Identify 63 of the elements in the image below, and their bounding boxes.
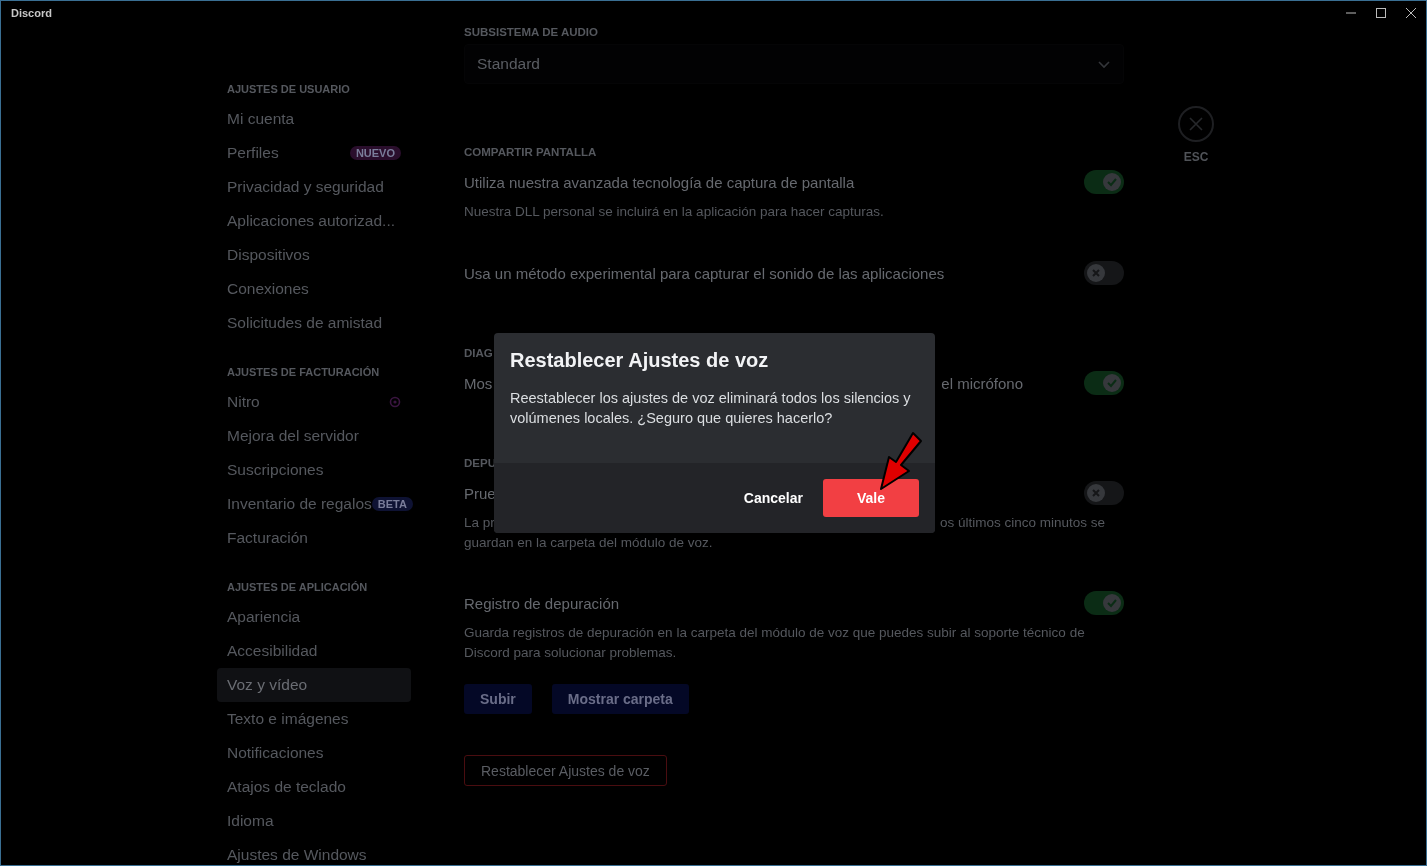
dialog-text: Reestablecer los ajustes de voz eliminará todos los silencios y volúmenes locales. ¿Seguro que quieres hacerlo? — [510, 389, 912, 428]
setting-title: el micrófono — [941, 374, 1024, 392]
sidebar-item[interactable]: Notificaciones — [217, 736, 411, 770]
setting-description: guardan en la carpeta del módulo de voz. — [464, 534, 714, 552]
reset-button[interactable]: Restablecer Ajustes de voz — [464, 755, 667, 786]
setting-title: Usa un método experimental para capturar el sonido de las aplicaciones — [464, 264, 945, 282]
sidebar-item[interactable]: Solicitudes de amistad — [217, 306, 411, 340]
sidebar-item[interactable]: Mejora del servidor — [217, 419, 411, 453]
sidebar-item[interactable]: Mi cuenta — [217, 102, 411, 136]
cancel-button[interactable]: Cancelar — [743, 490, 803, 506]
close-icon — [1188, 116, 1204, 132]
action-button[interactable]: Mostrar carpeta — [551, 684, 689, 714]
setting-title: Registro de depuración — [464, 594, 620, 612]
setting-title: Utiliza nuestra avanzada tecnología de captura de pantalla — [464, 173, 855, 191]
badge: NUEVO — [349, 146, 401, 160]
sidebar-item[interactable]: Perfiles NUEVO — [217, 136, 411, 170]
sidebar-item[interactable]: Aplicaciones autorizad... — [217, 204, 411, 238]
setting-title: Prue — [464, 484, 496, 502]
sidebar-item[interactable]: Suscripciones — [217, 453, 411, 487]
audio-subsystem-dropdown[interactable]: Standard — [464, 44, 1124, 84]
sidebar-item[interactable]: Accesibilidad — [217, 634, 411, 668]
sidebar-item[interactable]: Texto e imágenes — [217, 702, 411, 736]
section-heading: DIAG — [464, 346, 493, 361]
setting-description: Nuestra DLL personal se incluirá en la aplicación para hacer capturas. — [464, 203, 885, 221]
sidebar-heading: AJUSTES DE APLICACIÓN — [226, 580, 369, 595]
sidebar-item[interactable]: Atajos de teclado — [217, 770, 411, 804]
sidebar-heading: AJUSTES DE USUARIO — [226, 82, 351, 97]
toggle-switch[interactable] — [1084, 170, 1124, 194]
x-icon — [1091, 268, 1101, 278]
window-title: Discord — [11, 6, 52, 19]
dialog-title: Restablecer Ajustes de voz — [509, 348, 770, 372]
section-heading: SUBSISTEMA DE AUDIO — [464, 25, 598, 40]
toggle-switch[interactable] — [1084, 261, 1124, 285]
toggle-switch[interactable] — [1084, 481, 1124, 505]
sidebar-item[interactable]: Idioma — [217, 804, 411, 838]
check-icon — [1106, 176, 1118, 188]
badge: BETA — [371, 497, 413, 511]
toggle-switch[interactable] — [1084, 371, 1124, 395]
setting-description: Guarda registros de depuración en la carpeta del módulo de voz que puedes subir al soporte técnico de Discord para solucionar problemas. — [464, 624, 1086, 662]
sidebar-item[interactable]: Privacidad y seguridad — [217, 170, 411, 204]
confirm-button[interactable]: Vale — [823, 479, 919, 517]
setting-title: Mos — [464, 374, 493, 392]
setting-description: La pr — [464, 514, 496, 532]
sidebar-item[interactable]: Nitro — [217, 385, 411, 419]
nitro-icon — [389, 396, 401, 408]
x-icon — [1091, 488, 1101, 498]
sidebar-item[interactable]: Facturación — [217, 521, 411, 555]
setting-description: os últimos cinco minutos se — [940, 514, 1106, 532]
action-button[interactable]: Subir — [464, 684, 532, 714]
sidebar-item[interactable]: Inventario de regalos BETA — [217, 487, 411, 521]
close-icon — [1405, 6, 1417, 19]
sidebar-item[interactable]: Dispositivos — [217, 238, 411, 272]
sidebar-item[interactable]: Apariencia — [217, 600, 411, 634]
esc-label: ESC — [1183, 150, 1209, 164]
maximize-icon — [1375, 6, 1387, 19]
check-icon — [1106, 377, 1118, 389]
sidebar-item[interactable]: Voz y vídeo — [217, 668, 411, 702]
sidebar-item[interactable]: Conexiones — [217, 272, 411, 306]
sidebar-heading: AJUSTES DE FACTURACIÓN — [226, 365, 381, 380]
toggle-switch[interactable] — [1084, 591, 1124, 615]
sidebar-item[interactable]: Ajustes de Windows — [217, 838, 411, 865]
check-icon — [1106, 597, 1118, 609]
section-heading: COMPARTIR PANTALLA — [464, 145, 597, 160]
